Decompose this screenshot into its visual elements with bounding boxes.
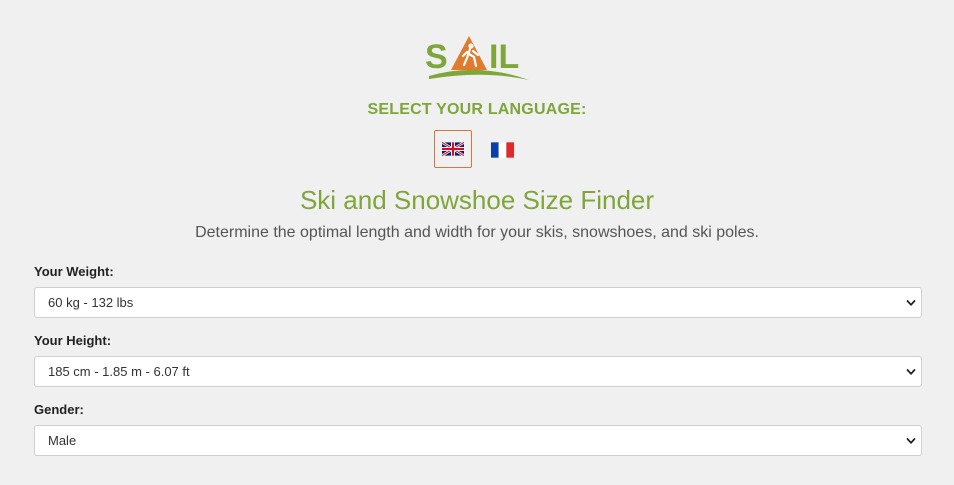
sail-logo-graphic: S IL	[425, 36, 529, 80]
weight-select-value: 60 kg - 132 lbs	[48, 295, 134, 310]
france-flag-icon	[490, 142, 514, 158]
chevron-down-icon	[906, 369, 916, 375]
page-subtitle: Determine the optimal length and width f…	[195, 224, 759, 241]
gender-select-value: Male	[48, 433, 77, 448]
chevron-down-icon	[906, 300, 916, 306]
svg-text:IL: IL	[489, 38, 519, 76]
height-select-value: 185 cm - 1.85 m - 6.07 ft	[48, 364, 190, 379]
weight-label: Your Weight:	[34, 264, 114, 279]
language-option-french[interactable]	[483, 131, 521, 169]
height-label: Your Height:	[34, 333, 112, 348]
language-heading: SELECT YOUR LANGUAGE:	[367, 101, 587, 118]
sail-logo[interactable]: S IL	[423, 32, 533, 84]
chevron-down-icon	[906, 438, 916, 444]
weight-select[interactable]: 60 kg - 132 lbs	[34, 287, 922, 318]
gender-label: Gender:	[34, 402, 84, 417]
language-option-english[interactable]	[434, 130, 472, 168]
svg-text:S: S	[425, 38, 448, 76]
gender-select[interactable]: Male	[34, 425, 922, 456]
height-select[interactable]: 185 cm - 1.85 m - 6.07 ft	[34, 356, 922, 387]
page-title: Ski and Snowshoe Size Finder	[299, 185, 655, 215]
uk-flag-icon	[442, 142, 464, 156]
